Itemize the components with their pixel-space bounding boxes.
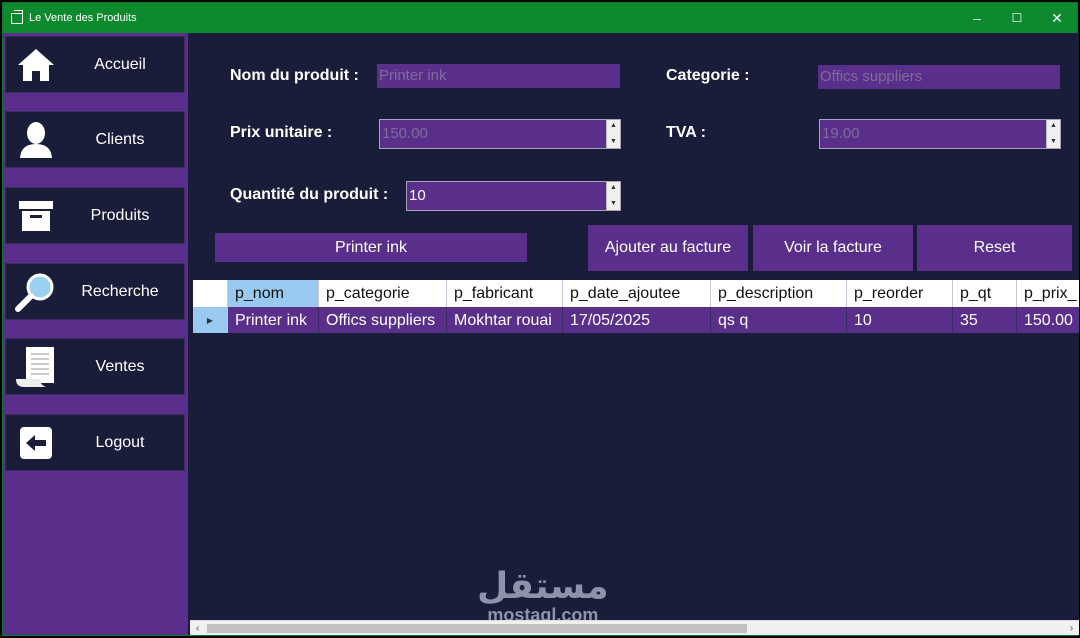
sidebar-item-label: Produits [90,206,150,224]
window-title: Le Vente des Produits [29,12,137,24]
col-header[interactable]: p_description [711,280,847,307]
sidebar-item-label: Ventes [95,357,145,375]
quantite-value: 10 [409,187,426,204]
horizontal-scrollbar[interactable]: ‹ › [190,620,1079,635]
table-cell[interactable]: Offics suppliers [319,307,447,333]
reset-button[interactable]: Reset [917,225,1072,271]
grid-corner[interactable] [193,280,228,307]
user-icon [6,112,66,167]
table-cell[interactable]: qs q [711,307,847,333]
col-header[interactable]: p_reorder [847,280,953,307]
row-selector-icon[interactable]: ▶ [193,307,228,333]
quantite-label: Quantité du produit : [230,186,389,203]
sidebar-item-logout[interactable]: Logout [5,414,185,471]
categorie-field[interactable]: Offics suppliers [818,65,1060,89]
maximize-button[interactable]: ☐ [997,3,1037,33]
col-header[interactable]: p_qt [953,280,1017,307]
col-header[interactable]: p_date_ajoutee [563,280,711,307]
magnifier-icon [6,264,66,319]
logout-arrow-icon [6,415,66,470]
products-grid: p_nom p_categorie p_fabricant p_date_ajo… [193,280,1079,333]
mostaql-watermark: مستقل mostaql.com [477,566,609,625]
table-cell[interactable]: 150.00 [1017,307,1079,333]
sidebar-item-clients[interactable]: Clients [5,111,185,168]
title-bar[interactable]: Le Vente des Produits – ☐ ✕ [3,3,1077,33]
tva-stepper[interactable]: 19.00 ▲ ▼ [819,119,1061,149]
minimize-button[interactable]: – [957,3,997,33]
table-cell[interactable]: Mokhtar rouai [447,307,563,333]
main-panel: Nom du produit : Printer ink Categorie :… [190,33,1079,635]
categorie-label: Categorie : [666,67,750,84]
stepper-arrows[interactable]: ▲ ▼ [1046,120,1060,148]
prix-unitaire-stepper[interactable]: 150.00 ▲ ▼ [379,119,621,149]
prix-unitaire-label: Prix unitaire : [230,124,333,141]
product-name-button[interactable]: Printer ink [215,233,527,262]
tva-value: 19.00 [822,125,860,142]
app-window: Le Vente des Produits – ☐ ✕ Accueil Clie… [2,2,1079,636]
nom-produit-label: Nom du produit : [230,67,359,84]
nom-produit-field[interactable]: Printer ink [377,64,620,88]
scroll-right-icon[interactable]: › [1064,621,1079,636]
sidebar-item-label: Recherche [81,282,159,300]
col-header[interactable]: p_prix_ [1017,280,1079,307]
sidebar-item-label: Accueil [94,55,146,73]
receipt-icon [6,339,66,394]
quantite-stepper[interactable]: 10 ▲ ▼ [406,181,621,211]
table-row[interactable]: ▶ Printer ink Offics suppliers Mokhtar r… [193,307,1079,333]
stepper-arrows[interactable]: ▲ ▼ [606,120,620,148]
watermark-arabic: مستقل [477,566,609,607]
col-header[interactable]: p_categorie [319,280,447,307]
app-icon [11,9,23,24]
tva-label: TVA : [666,124,706,141]
box-icon [6,188,66,243]
sidebar-item-label: Clients [95,130,145,148]
ajouter-facture-button[interactable]: Ajouter au facture [588,225,748,271]
sidebar-item-ventes[interactable]: Ventes [5,338,185,395]
prix-unitaire-value: 150.00 [382,125,428,142]
home-icon [6,37,66,92]
table-cell[interactable]: Printer ink [228,307,319,333]
col-header[interactable]: p_nom [228,280,319,307]
voir-facture-button[interactable]: Voir la facture [753,225,913,271]
sidebar-item-label: Logout [95,433,145,451]
table-cell[interactable]: 35 [953,307,1017,333]
sidebar-item-recherche[interactable]: Recherche [5,263,185,320]
stepper-arrows[interactable]: ▲ ▼ [606,182,620,210]
close-button[interactable]: ✕ [1037,3,1077,33]
scroll-left-icon[interactable]: ‹ [190,621,205,636]
window-controls: – ☐ ✕ [957,3,1077,33]
table-cell[interactable]: 10 [847,307,953,333]
sidebar: Accueil Clients Produits Recherche Vente… [3,33,188,635]
col-header[interactable]: p_fabricant [447,280,563,307]
sidebar-item-accueil[interactable]: Accueil [5,36,185,93]
grid-header-row: p_nom p_categorie p_fabricant p_date_ajo… [193,280,1079,307]
table-cell[interactable]: 17/05/2025 [563,307,711,333]
sidebar-item-produits[interactable]: Produits [5,187,185,244]
scrollbar-thumb[interactable] [207,624,747,633]
